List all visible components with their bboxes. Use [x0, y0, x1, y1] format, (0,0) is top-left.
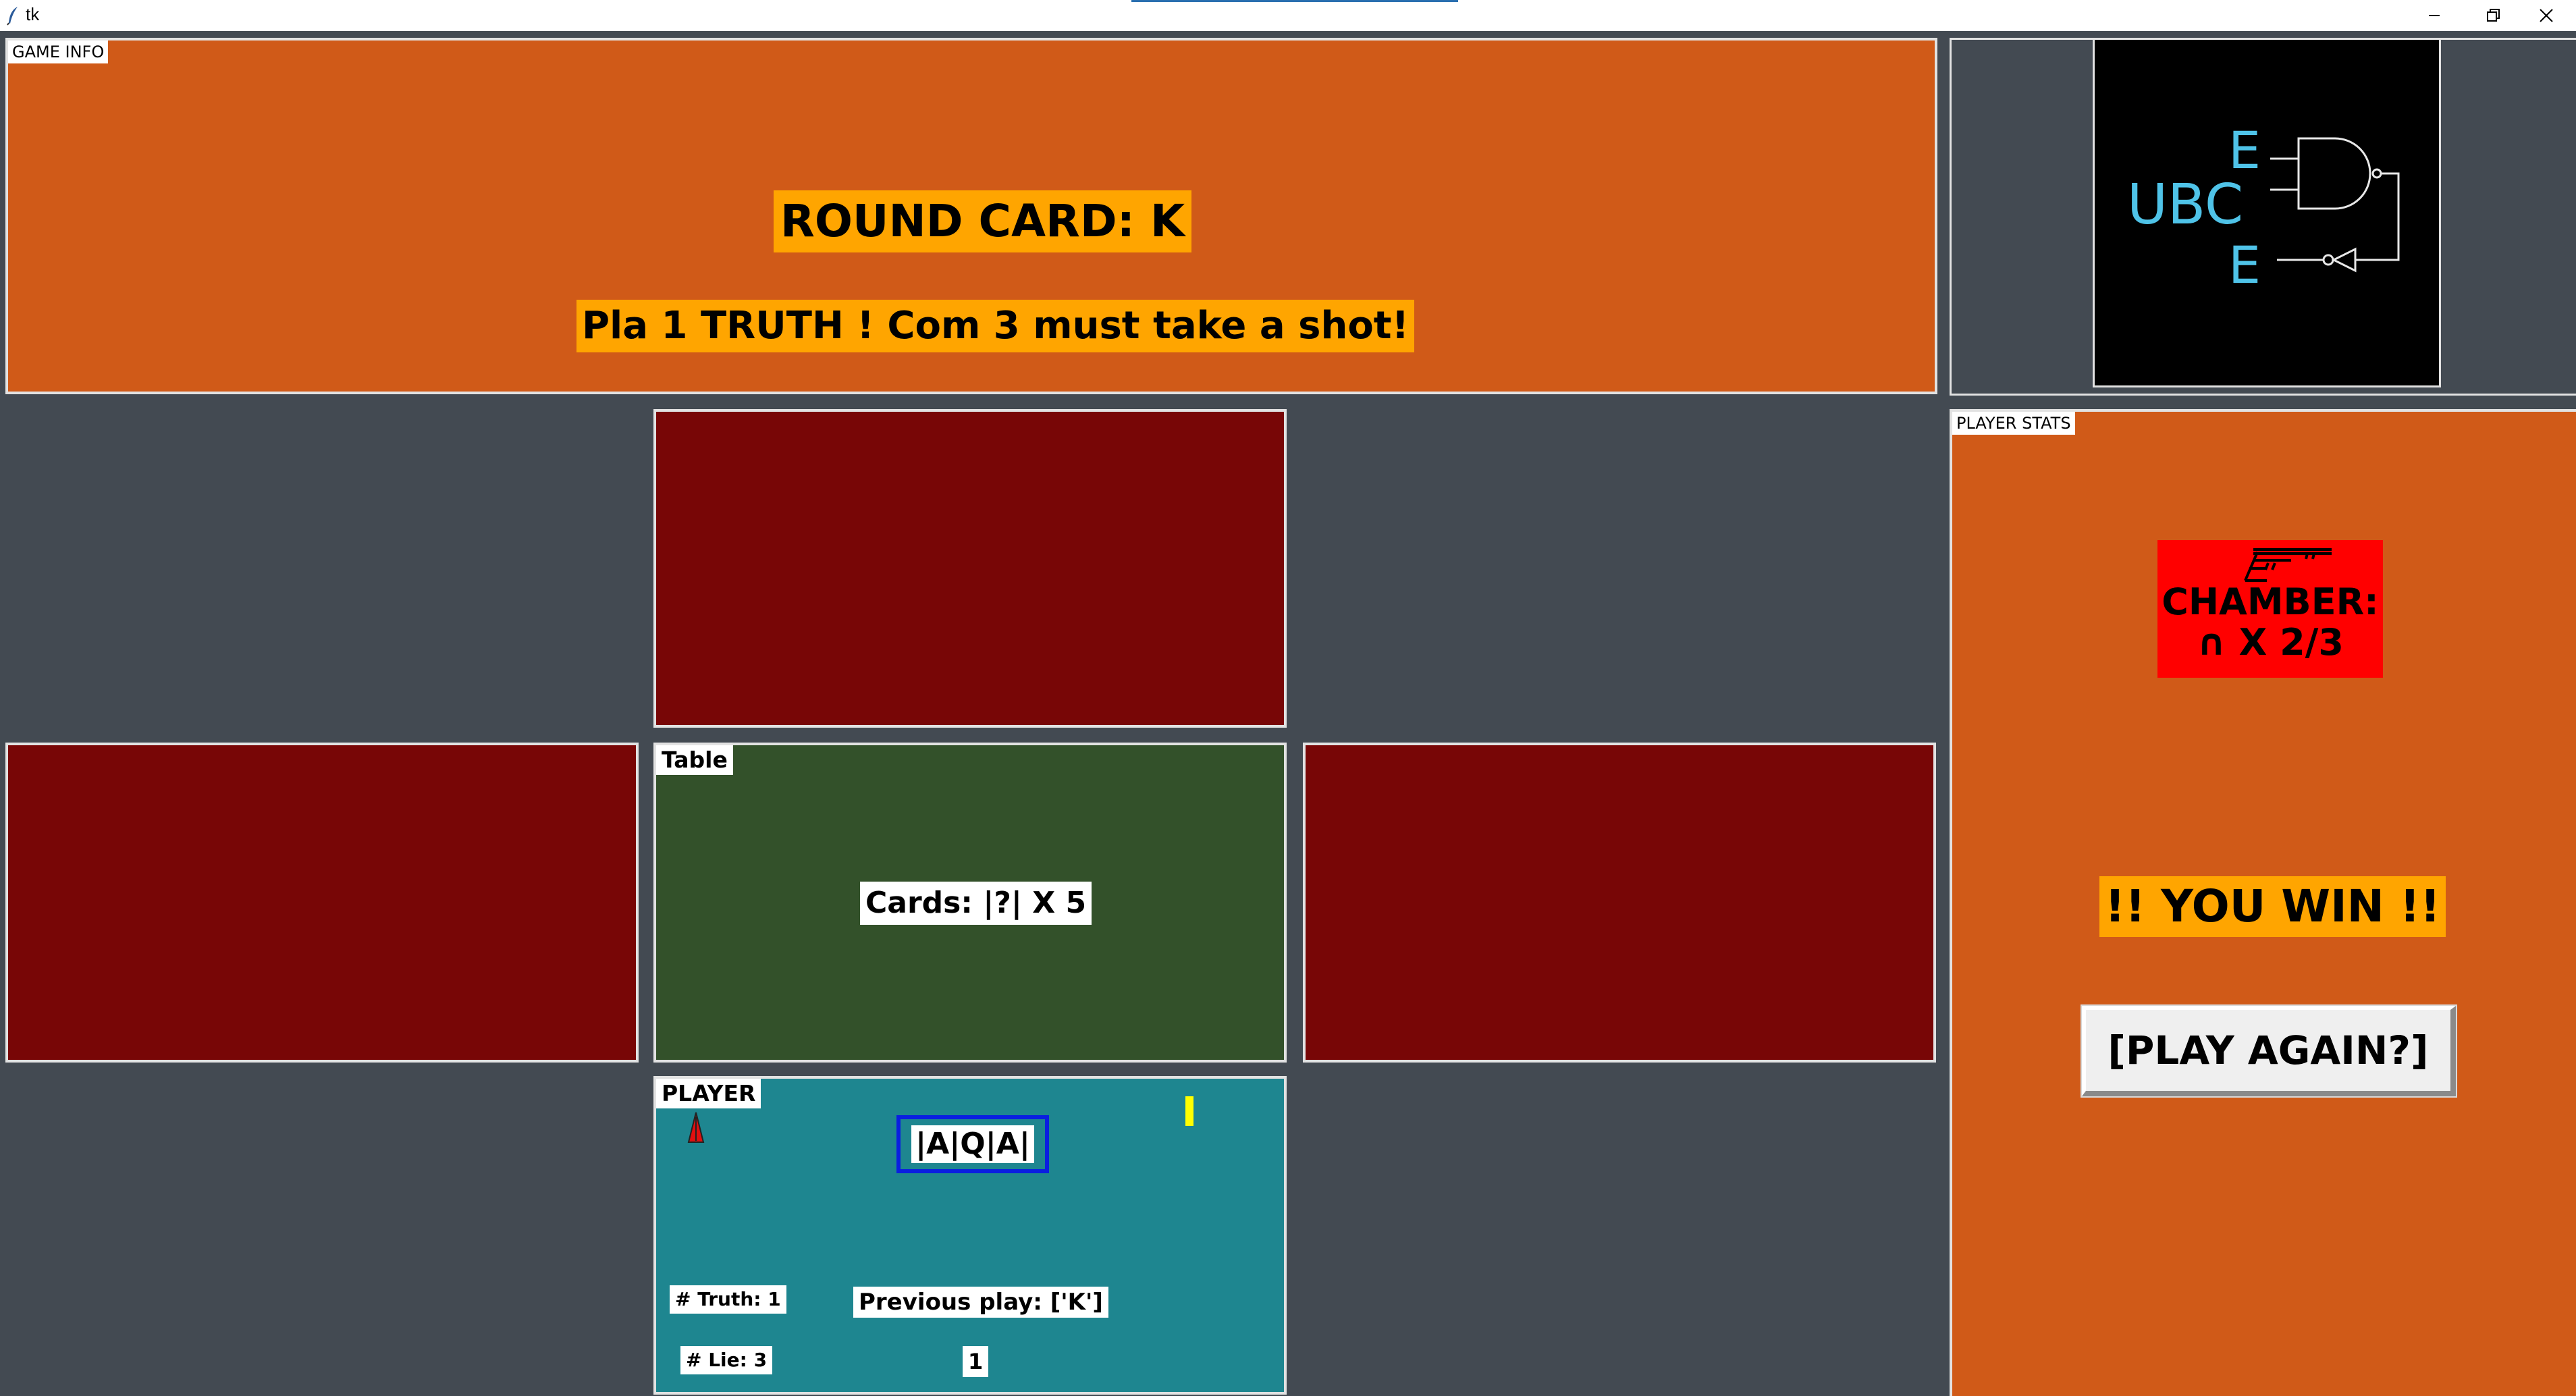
window-title: tk [26, 4, 40, 24]
chamber-label: CHAMBER: [2162, 581, 2379, 623]
table-cards-text: Cards: |?| X 5 [860, 882, 1092, 925]
truth-count: # Truth: 1 [670, 1285, 786, 1314]
table-panel: Table Cards: |?| X 5 [653, 743, 1287, 1063]
player-panel: PLAYER |A|Q|A| # Truth: 1 Previous play:… [653, 1076, 1287, 1395]
logo-letter-top: E [2228, 120, 2261, 180]
restore-button[interactable] [2464, 0, 2523, 31]
ubce-logo: E UBC E [2093, 38, 2441, 387]
window-titlebar: tk [0, 0, 2576, 31]
title-accent-bar [1131, 0, 1458, 2]
opponent-top-panel [653, 409, 1287, 728]
round-card-text: ROUND CARD: K [774, 190, 1192, 252]
minimize-icon [2429, 15, 2440, 16]
logo-letters-mid: UBC [2127, 173, 2243, 237]
game-info-label: GAME INFO [8, 41, 109, 63]
close-button[interactable] [2517, 0, 2576, 31]
minimize-button[interactable] [2405, 0, 2464, 31]
logo-letter-bottom: E [2228, 235, 2261, 295]
opponent-left-panel [5, 743, 639, 1063]
previous-play-text: Previous play: ['K'] [853, 1287, 1108, 1318]
round-status-text: Pla 1 TRUTH ! Com 3 must take a shot! [576, 300, 1415, 352]
player-hand-text: |A|Q|A| [911, 1125, 1034, 1163]
turn-indicator-bar [1185, 1096, 1193, 1126]
restore-icon [2487, 9, 2500, 22]
chamber-value: ∩ X 2/3 [2197, 621, 2344, 664]
chamber-box: CHAMBER: ∩ X 2/3 [2157, 540, 2383, 678]
close-icon [2540, 9, 2553, 22]
logic-gate-icon [2270, 137, 2400, 273]
player-label: PLAYER [656, 1079, 761, 1108]
play-number: 1 [963, 1346, 989, 1377]
game-info-panel: GAME INFO ROUND CARD: K Pla 1 TRUTH ! Co… [5, 38, 1937, 394]
player-stats-panel: PLAYER STATS CHAMBER: ∩ X 2/3 !! YOU WIN… [1950, 409, 2576, 1396]
player-stats-label: PLAYER STATS [1952, 412, 2075, 435]
table-label: Table [656, 745, 733, 775]
lie-count: # Lie: 3 [680, 1346, 773, 1374]
player-hand[interactable]: |A|Q|A| [896, 1115, 1049, 1173]
revolver-icon [2244, 548, 2332, 582]
red-cone-icon [687, 1111, 705, 1146]
play-again-button[interactable]: [PLAY AGAIN?] [2082, 1006, 2456, 1096]
feather-icon [5, 5, 22, 26]
opponent-right-panel [1303, 743, 1936, 1063]
win-message: !! YOU WIN !! [2099, 876, 2446, 937]
